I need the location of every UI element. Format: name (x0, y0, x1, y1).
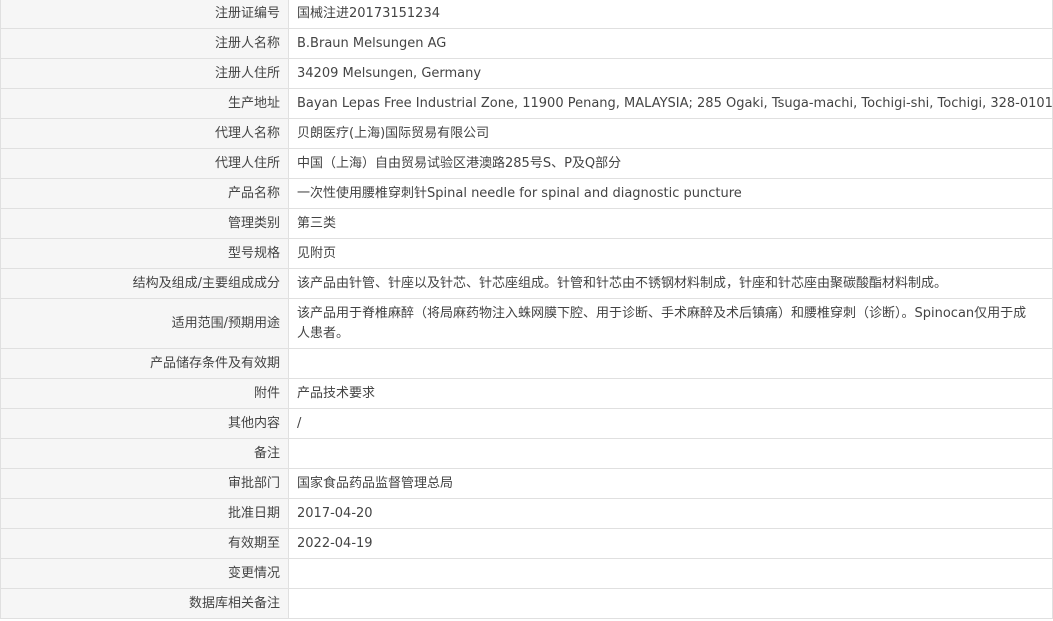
field-value: 贝朗医疗(上海)国际贸易有限公司 (288, 118, 1053, 149)
row-database-notes: 数据库相关备注 (0, 588, 1053, 619)
field-label: 结构及组成/主要组成成分 (0, 268, 289, 299)
row-registrant-name: 注册人名称 B.Braun Melsungen AG (0, 28, 1053, 59)
field-label: 数据库相关备注 (0, 588, 289, 619)
field-label: 产品储存条件及有效期 (0, 348, 289, 379)
field-value: Bayan Lepas Free Industrial Zone, 11900 … (288, 88, 1053, 119)
field-label: 有效期至 (0, 528, 289, 559)
row-valid-until: 有效期至 2022-04-19 (0, 528, 1053, 559)
row-agent-address: 代理人住所 中国（上海）自由贸易试验区港澳路285号S、P及Q部分 (0, 148, 1053, 179)
field-label: 注册人名称 (0, 28, 289, 59)
field-value (288, 348, 1053, 379)
field-label: 批准日期 (0, 498, 289, 529)
field-label: 变更情况 (0, 558, 289, 589)
row-registration-number: 注册证编号 国械注进20173151234 (0, 0, 1053, 29)
row-model-spec: 型号规格 见附页 (0, 238, 1053, 269)
field-value: 34209 Melsungen, Germany (288, 58, 1053, 89)
row-approval-department: 审批部门 国家食品药品监督管理总局 (0, 468, 1053, 499)
field-label: 产品名称 (0, 178, 289, 209)
field-label: 管理类别 (0, 208, 289, 239)
row-registrant-address: 注册人住所 34209 Melsungen, Germany (0, 58, 1053, 89)
field-value: 该产品用于脊椎麻醉（将局麻药物注入蛛网膜下腔、用于诊断、手术麻醉及术后镇痛）和腰… (288, 298, 1053, 349)
field-value (288, 558, 1053, 589)
field-value: B.Braun Melsungen AG (288, 28, 1053, 59)
field-label: 注册人住所 (0, 58, 289, 89)
field-label: 型号规格 (0, 238, 289, 269)
field-label: 审批部门 (0, 468, 289, 499)
field-value: / (288, 408, 1053, 439)
row-product-name: 产品名称 一次性使用腰椎穿刺针Spinal needle for spinal … (0, 178, 1053, 209)
field-value (288, 438, 1053, 469)
row-production-address: 生产地址 Bayan Lepas Free Industrial Zone, 1… (0, 88, 1053, 119)
row-structure-composition: 结构及组成/主要组成成分 该产品由针管、针座以及针芯、针芯座组成。针管和针芯由不… (0, 268, 1053, 299)
row-approval-date: 批准日期 2017-04-20 (0, 498, 1053, 529)
field-label: 附件 (0, 378, 289, 409)
field-value: 该产品由针管、针座以及针芯、针芯座组成。针管和针芯由不锈钢材料制成，针座和针芯座… (288, 268, 1053, 299)
row-remarks: 备注 (0, 438, 1053, 469)
row-storage-conditions: 产品储存条件及有效期 (0, 348, 1053, 379)
field-value: 国械注进20173151234 (288, 0, 1053, 29)
row-attachments: 附件 产品技术要求 (0, 378, 1053, 409)
field-value (288, 588, 1053, 619)
field-value: 第三类 (288, 208, 1053, 239)
field-label: 代理人名称 (0, 118, 289, 149)
field-label: 生产地址 (0, 88, 289, 119)
row-intended-use: 适用范围/预期用途 该产品用于脊椎麻醉（将局麻药物注入蛛网膜下腔、用于诊断、手术… (0, 298, 1053, 349)
field-label: 适用范围/预期用途 (0, 298, 289, 349)
field-value: 国家食品药品监督管理总局 (288, 468, 1053, 499)
field-value: 一次性使用腰椎穿刺针Spinal needle for spinal and d… (288, 178, 1053, 209)
field-label: 代理人住所 (0, 148, 289, 179)
field-value: 2022-04-19 (288, 528, 1053, 559)
field-label: 备注 (0, 438, 289, 469)
field-value: 见附页 (288, 238, 1053, 269)
row-change-history: 变更情况 (0, 558, 1053, 589)
row-agent-name: 代理人名称 贝朗医疗(上海)国际贸易有限公司 (0, 118, 1053, 149)
registration-detail-table: 注册证编号 国械注进20173151234 注册人名称 B.Braun Mels… (0, 0, 1053, 619)
field-label: 其他内容 (0, 408, 289, 439)
field-value: 产品技术要求 (288, 378, 1053, 409)
row-management-category: 管理类别 第三类 (0, 208, 1053, 239)
field-label: 注册证编号 (0, 0, 289, 29)
row-other-content: 其他内容 / (0, 408, 1053, 439)
field-value: 2017-04-20 (288, 498, 1053, 529)
field-value: 中国（上海）自由贸易试验区港澳路285号S、P及Q部分 (288, 148, 1053, 179)
